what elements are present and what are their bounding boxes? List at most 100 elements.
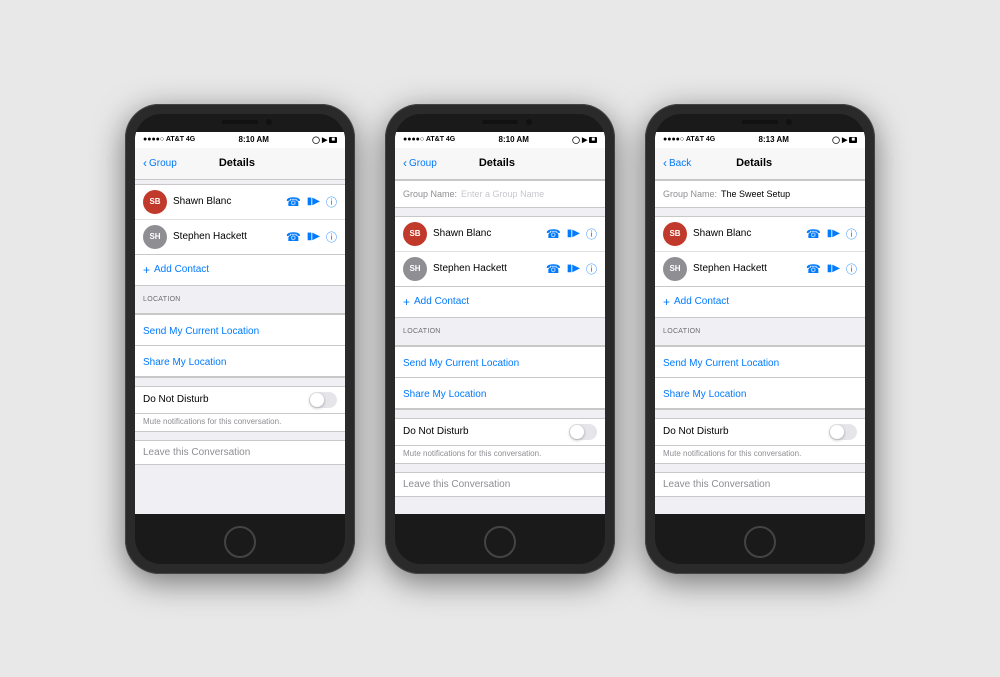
avatar-initials-2-1: SH: [409, 264, 420, 273]
video-icon-2-1[interactable]: ▮▶: [567, 263, 580, 274]
add-contact-row-1[interactable]: + Add Contact: [135, 255, 345, 285]
nav-title-1: Details: [219, 157, 255, 169]
info-icon-3-1[interactable]: ⓘ: [846, 261, 857, 277]
location-row-3-1[interactable]: Share My Location: [655, 378, 865, 409]
dnd-toggle-3[interactable]: [829, 424, 857, 440]
phone-icon-2-1[interactable]: ☎: [546, 262, 561, 276]
location-section-2: Send My Current Location Share My Locati…: [395, 345, 605, 410]
video-icon-2-0[interactable]: ▮▶: [567, 228, 580, 239]
chevron-left-icon-1: ‹: [143, 156, 147, 170]
dnd-toggle-2[interactable]: [569, 424, 597, 440]
info-icon-1-1[interactable]: ⓘ: [326, 229, 337, 245]
video-icon-1-0[interactable]: ▮▶: [307, 196, 320, 207]
nav-bar-3: ‹ Back Details: [655, 148, 865, 180]
leave-section-3: Leave this Conversation: [655, 472, 865, 497]
status-bar-3: ●●●●○ AT&T 4G 8:13 AM ◯ ▶ ■: [655, 132, 865, 148]
group-name-row-3[interactable]: Group Name: The Sweet Setup: [655, 180, 865, 208]
content-2: Group Name: Enter a Group Name SB Shawn …: [395, 180, 605, 514]
contact-name-1-0: Shawn Blanc: [173, 196, 286, 207]
location-header-3: LOCATION: [655, 324, 865, 337]
status-icons-1: ◯ ▶ ■: [312, 136, 337, 144]
dnd-label-2: Do Not Disturb: [403, 426, 469, 437]
contact-icons-3-1: ☎ ▮▶ ⓘ: [806, 261, 857, 277]
location-row-1-1[interactable]: Share My Location: [135, 346, 345, 377]
status-time-2: 8:10 AM: [499, 135, 529, 144]
group-name-value-3: The Sweet Setup: [721, 189, 790, 199]
dnd-row-1: Do Not Disturb: [135, 386, 345, 414]
home-button-1[interactable]: [224, 526, 256, 558]
group-name-row-2[interactable]: Group Name: Enter a Group Name: [395, 180, 605, 208]
home-button-2[interactable]: [484, 526, 516, 558]
group-name-label-3: Group Name:: [663, 189, 717, 199]
dnd-label-1: Do Not Disturb: [143, 394, 209, 405]
location-row-1-0[interactable]: Send My Current Location: [135, 314, 345, 346]
back-label-1: Group: [149, 158, 177, 169]
contact-row-2-0: SB Shawn Blanc ☎ ▮▶ ⓘ: [395, 217, 605, 252]
phone-icon-3-1[interactable]: ☎: [806, 262, 821, 276]
info-icon-3-0[interactable]: ⓘ: [846, 226, 857, 242]
location-link-2-0: Send My Current Location: [403, 358, 519, 369]
contact-icons-1-0: ☎ ▮▶ ⓘ: [286, 194, 337, 210]
status-carrier-2: ●●●●○ AT&T 4G: [403, 136, 455, 143]
back-button-2[interactable]: ‹ Group: [403, 156, 437, 170]
leave-row-2[interactable]: Leave this Conversation: [395, 472, 605, 497]
home-button-3[interactable]: [744, 526, 776, 558]
location-link-3-0: Send My Current Location: [663, 358, 779, 369]
info-icon-2-0[interactable]: ⓘ: [586, 226, 597, 242]
contact-row-3-0: SB Shawn Blanc ☎ ▮▶ ⓘ: [655, 217, 865, 252]
avatar-initials-3-1: SH: [669, 264, 680, 273]
location-row-2-0[interactable]: Send My Current Location: [395, 346, 605, 378]
phone-icon-3-0[interactable]: ☎: [806, 227, 821, 241]
phone-icon-2-0[interactable]: ☎: [546, 227, 561, 241]
contact-icons-2-1: ☎ ▮▶ ⓘ: [546, 261, 597, 277]
add-contact-row-3[interactable]: + Add Contact: [655, 287, 865, 317]
nav-title-3: Details: [736, 157, 772, 169]
status-bar-2: ●●●●○ AT&T 4G 8:10 AM ◯ ▶ ■: [395, 132, 605, 148]
group-name-placeholder-2: Enter a Group Name: [461, 189, 544, 199]
add-contact-row-2[interactable]: + Add Contact: [395, 287, 605, 317]
video-icon-3-1[interactable]: ▮▶: [827, 263, 840, 274]
add-contact-section-1: + Add Contact: [135, 255, 345, 286]
leave-row-3[interactable]: Leave this Conversation: [655, 472, 865, 497]
video-icon-3-0[interactable]: ▮▶: [827, 228, 840, 239]
location-row-2-1[interactable]: Share My Location: [395, 378, 605, 409]
contact-row-1-0: SB Shawn Blanc ☎ ▮▶ ⓘ: [135, 185, 345, 220]
contact-name-1-1: Stephen Hackett: [173, 231, 286, 242]
video-icon-1-1[interactable]: ▮▶: [307, 231, 320, 242]
dnd-row-2: Do Not Disturb: [395, 418, 605, 446]
group-name-label-2: Group Name:: [403, 189, 457, 199]
avatar-initials-3-0: SB: [669, 229, 680, 238]
add-contact-label-2: Add Contact: [414, 296, 469, 307]
leave-section-2: Leave this Conversation: [395, 472, 605, 497]
status-icons-3: ◯ ▶ ■: [832, 136, 857, 144]
dnd-row-3: Do Not Disturb: [655, 418, 865, 446]
avatar-1-1: SH: [143, 225, 167, 249]
dnd-toggle-1[interactable]: [309, 392, 337, 408]
phone-screen-2: ●●●●○ AT&T 4G 8:10 AM ◯ ▶ ■ ‹ Group De: [395, 114, 605, 564]
phones-container: ●●●●○ AT&T 4G 8:10 AM ◯ ▶ ■ ‹ Group De: [125, 104, 875, 574]
screen-content-2: ●●●●○ AT&T 4G 8:10 AM ◯ ▶ ■ ‹ Group De: [395, 132, 605, 514]
add-contact-section-2: + Add Contact: [395, 287, 605, 318]
leave-row-1[interactable]: Leave this Conversation: [135, 440, 345, 465]
location-link-2-1: Share My Location: [403, 389, 486, 400]
back-button-1[interactable]: ‹ Group: [143, 156, 177, 170]
status-carrier-3: ●●●●○ AT&T 4G: [663, 136, 715, 143]
phone-icon-1-0[interactable]: ☎: [286, 195, 301, 209]
contact-row-1-1: SH Stephen Hackett ☎ ▮▶ ⓘ: [135, 220, 345, 254]
add-contact-label-1: Add Contact: [154, 264, 209, 275]
back-button-3[interactable]: ‹ Back: [663, 156, 691, 170]
info-icon-2-1[interactable]: ⓘ: [586, 261, 597, 277]
chevron-left-icon-3: ‹: [663, 156, 667, 170]
location-link-3-1: Share My Location: [663, 389, 746, 400]
phone-icon-1-1[interactable]: ☎: [286, 230, 301, 244]
status-icons-2: ◯ ▶ ■: [572, 136, 597, 144]
status-carrier-1: ●●●●○ AT&T 4G: [143, 136, 195, 143]
contact-icons-1-1: ☎ ▮▶ ⓘ: [286, 229, 337, 245]
location-section-3: Send My Current Location Share My Locati…: [655, 345, 865, 410]
location-header-2: LOCATION: [395, 324, 605, 337]
location-row-3-0[interactable]: Send My Current Location: [655, 346, 865, 378]
info-icon-1-0[interactable]: ⓘ: [326, 194, 337, 210]
screen-content-1: ●●●●○ AT&T 4G 8:10 AM ◯ ▶ ■ ‹ Group De: [135, 132, 345, 514]
leave-section-1: Leave this Conversation: [135, 440, 345, 465]
phone-1: ●●●●○ AT&T 4G 8:10 AM ◯ ▶ ■ ‹ Group De: [125, 104, 355, 574]
